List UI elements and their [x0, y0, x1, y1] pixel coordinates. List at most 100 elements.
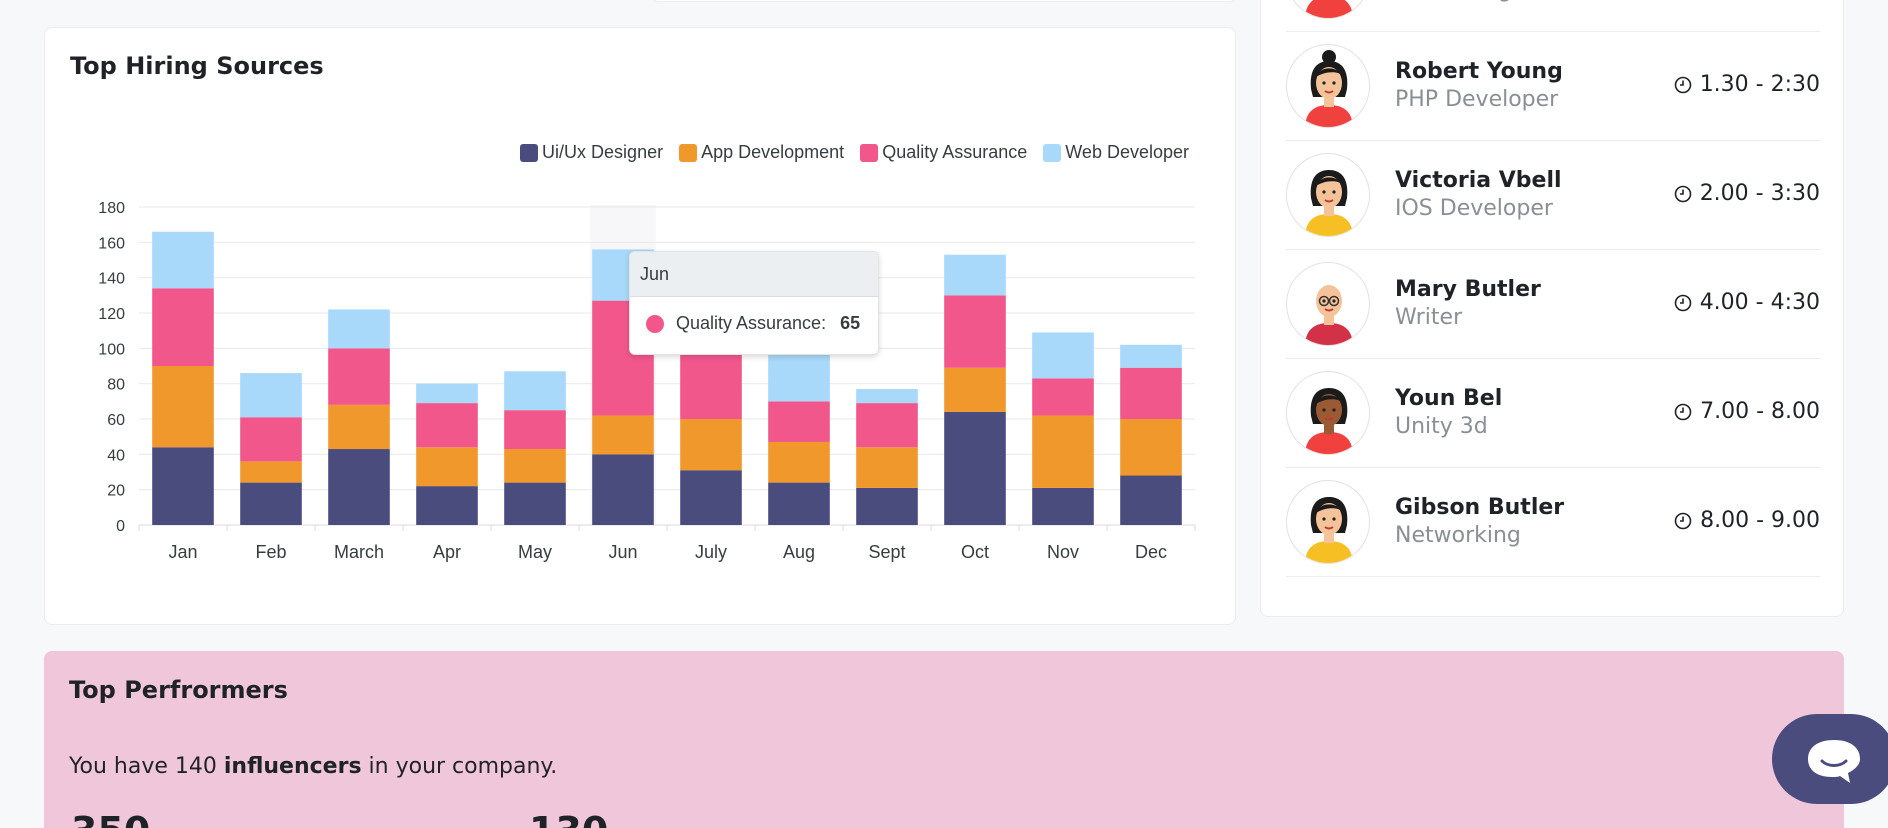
y-tick-label: 0 [116, 518, 125, 535]
bar-segment [416, 403, 478, 448]
bar-segment [152, 366, 214, 448]
bar-segment [944, 411, 1006, 525]
time-slot: 8.00 - 9.00 [1674, 508, 1820, 533]
avatar [1286, 262, 1370, 346]
schedule-row[interactable]: Mary Butler Writer 4.00 - 4:30 [1286, 250, 1820, 359]
y-tick-label: 80 [107, 377, 125, 394]
person-name: Robert Young [1395, 59, 1563, 84]
x-tick-label: Feb [255, 542, 286, 562]
x-tick-label: May [518, 542, 552, 562]
person-role: Unity 3d [1395, 414, 1488, 439]
y-tick-label: 140 [98, 271, 125, 288]
x-tick-label: Oct [961, 542, 989, 562]
performers-stat-1: 350 [71, 809, 150, 828]
bar-segment [680, 419, 742, 471]
schedule-row[interactable]: Robert Young PHP Developer 1.30 - 2:30 [1286, 32, 1820, 141]
chart-tooltip: Jun Quality Assurance: 65 [629, 251, 879, 355]
bar-segment [768, 482, 830, 525]
x-tick-label: Apr [433, 542, 461, 562]
tooltip-value: 65 [840, 313, 861, 333]
x-tick-label: Nov [1047, 542, 1079, 562]
bar-segment [328, 404, 390, 450]
bar-segment [592, 454, 654, 525]
time-slot: 7.00 - 8.00 [1674, 399, 1820, 424]
avatar [1286, 44, 1370, 128]
bar-segment [856, 487, 918, 525]
person-name: Youn Bel [1395, 386, 1503, 411]
clock-icon [1674, 76, 1691, 93]
clock-icon [1674, 512, 1692, 529]
bar-segment [944, 295, 1006, 368]
person-role: Networking [1395, 523, 1521, 548]
bar-segment [416, 486, 478, 525]
schedule-row[interactable]: Gibson Butler Networking 8.00 - 9.00 [1286, 468, 1820, 577]
clock-icon [1674, 294, 1691, 311]
x-tick-label: July [695, 542, 727, 562]
bar-segment [240, 417, 302, 462]
schedule-row[interactable]: Victoria Vbell IOS Developer 2.00 - 3:30 [1286, 141, 1820, 250]
bar-segment [680, 470, 742, 525]
time-slot: 4.00 - 4:30 [1674, 290, 1820, 315]
y-tick-label: 100 [98, 341, 125, 358]
bar-segment [152, 447, 214, 525]
bar-segment [240, 461, 302, 483]
bar-segment [240, 482, 302, 525]
bar-segment [328, 449, 390, 525]
performers-title: Top Perfrormers [69, 676, 288, 704]
schedule-row[interactable]: Youn Bel Unity 3d 7.00 - 8.00 [1286, 359, 1820, 468]
x-tick-label: March [334, 542, 384, 562]
person-name: Gibson Butler [1395, 495, 1565, 520]
x-tick-label: Sept [868, 542, 905, 562]
tooltip-series-label: Quality Assurance: [676, 313, 827, 333]
person-role: Writer [1395, 305, 1463, 330]
x-tick-label: Dec [1135, 542, 1167, 562]
bar-segment [328, 309, 390, 349]
person-name: Mary Butler [1395, 277, 1541, 302]
hiring-sources-card: Top Hiring Sources Ui/Ux Designer App Dev… [44, 27, 1236, 625]
bar-segment [680, 348, 742, 419]
x-tick-label: Jan [168, 542, 197, 562]
bar-segment [1032, 487, 1094, 525]
bar-segment [416, 447, 478, 487]
bar-segment [1032, 378, 1094, 416]
bar-segment [1120, 475, 1182, 525]
y-tick-label: 40 [107, 447, 125, 464]
performers-stat-2: 130 [529, 809, 608, 828]
chat-bubble-icon [1808, 740, 1860, 783]
schedule-card: Web Design Robert Young PHP Developer 1.30 … [1260, 0, 1844, 617]
bar-segment [1032, 415, 1094, 488]
chat-button[interactable] [1772, 714, 1888, 804]
bar-segment [1120, 367, 1182, 419]
y-tick-label: 120 [98, 306, 125, 323]
bar-segment [240, 373, 302, 418]
top-performers-card: Top Perfrormers You have 140 influencers… [44, 651, 1844, 828]
bar-segment [152, 288, 214, 366]
bar-segment [856, 388, 918, 404]
bar-segment [152, 231, 214, 289]
bar-segment [504, 410, 566, 450]
bar-segment [328, 348, 390, 405]
bar-segment [944, 367, 1006, 412]
performers-summary: You have 140 influencers in your company… [69, 754, 558, 779]
tooltip-series-dot [646, 314, 664, 333]
bar-segment [592, 415, 654, 455]
time-slot: 2.00 - 3:30 [1674, 181, 1820, 206]
bar-segment [504, 482, 566, 525]
tooltip-title: Jun [630, 252, 878, 297]
y-tick-label: 180 [98, 200, 125, 217]
avatar [1286, 480, 1370, 564]
time-slot: 1.30 - 2:30 [1674, 72, 1820, 97]
bar-segment [1120, 344, 1182, 368]
y-tick-label: 60 [107, 412, 125, 429]
person-role: PHP Developer [1395, 87, 1559, 112]
bar-segment [1120, 419, 1182, 476]
person-role: IOS Developer [1395, 196, 1553, 221]
person-name: Victoria Vbell [1395, 168, 1562, 193]
bar-segment [768, 441, 830, 483]
avatar [1286, 153, 1370, 237]
x-tick-label: Jun [608, 542, 637, 562]
clock-icon [1674, 403, 1692, 420]
bar-segment [504, 449, 566, 483]
schedule-row[interactable]: Web Design [1286, 0, 1820, 32]
y-tick-label: 160 [98, 235, 125, 252]
